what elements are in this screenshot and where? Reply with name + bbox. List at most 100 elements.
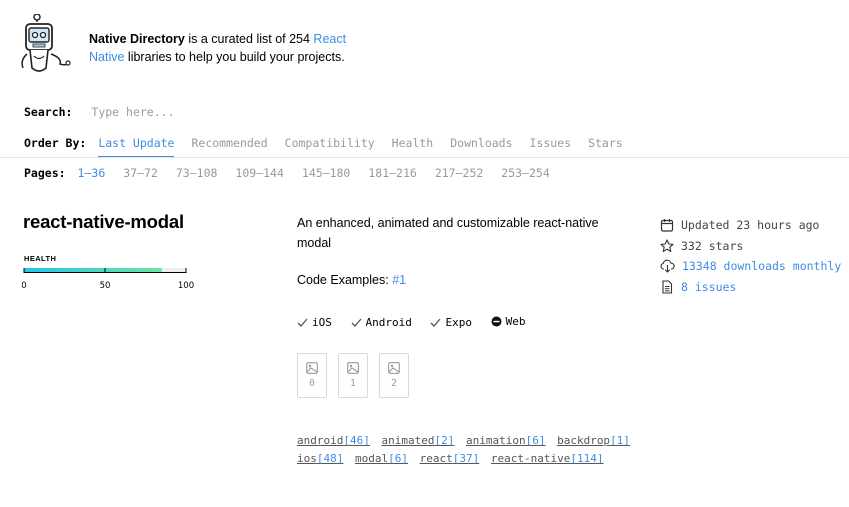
health-meter: 0 50 100	[22, 268, 194, 291]
image-icon	[306, 362, 318, 374]
check-icon	[297, 318, 308, 327]
pages-label: Pages:	[24, 166, 66, 180]
topic-android[interactable]: android[46]	[297, 434, 370, 447]
topic-modal[interactable]: modal[6]	[355, 452, 408, 465]
topic-count: [114]	[570, 452, 604, 465]
order-option-downloads[interactable]: Downloads	[450, 136, 512, 156]
topic-count: [6]	[388, 452, 408, 465]
topic-name: modal	[355, 452, 389, 465]
topic-name: backdrop	[557, 434, 611, 447]
topic-count: [1]	[610, 434, 630, 447]
pages-row: Pages: 1–36 37–72 73–108 109–144 145–180 181–2…	[24, 166, 568, 180]
native-link[interactable]: Native	[89, 50, 124, 64]
image-thumbnail[interactable]: 1	[338, 353, 368, 398]
topic-react-native[interactable]: react-native[114]	[491, 452, 604, 465]
topic-animation[interactable]: animation[6]	[466, 434, 545, 447]
code-examples-label: Code Examples:	[297, 273, 393, 287]
order-option-stars[interactable]: Stars	[588, 136, 623, 156]
image-thumbnail-number: 1	[350, 378, 356, 389]
topic-count: [48]	[316, 452, 344, 465]
image-thumbnail[interactable]: 2	[379, 353, 409, 398]
topic-name: animation	[465, 434, 526, 447]
topic-name: animated	[381, 434, 435, 447]
image-thumbnails: 0 1 2	[297, 353, 409, 398]
react-link[interactable]: React	[313, 32, 346, 46]
order-divider	[0, 157, 849, 158]
brand-name: Native Directory	[89, 32, 185, 46]
page-link-2[interactable]: 37–72	[123, 166, 158, 180]
health-tick-label-0: 0	[22, 281, 27, 291]
health-label: HEALTH	[24, 254, 57, 263]
page-link-1[interactable]: 1–36	[78, 166, 106, 180]
topic-backdrop[interactable]: backdrop[1]	[557, 434, 630, 447]
topic-animated[interactable]: animated[2]	[381, 434, 454, 447]
platform-web-label: Web	[505, 315, 526, 328]
native-directory-robot-logo	[21, 14, 71, 72]
star-icon	[660, 239, 674, 252]
topic-name: react-native	[490, 452, 571, 465]
document-icon	[662, 280, 673, 294]
platform-ios-label: iOS	[312, 316, 332, 329]
image-thumbnail-number: 2	[391, 378, 397, 389]
order-by-row: Order By: Last Update Recommended Compatibi…	[24, 136, 640, 158]
page-link-6[interactable]: 181–216	[368, 166, 416, 180]
topic-count: [6]	[525, 434, 546, 447]
order-option-health[interactable]: Health	[392, 136, 434, 156]
page-link-3[interactable]: 73–108	[176, 166, 218, 180]
topic-count: [2]	[434, 434, 455, 447]
topic-count: [46]	[343, 434, 370, 447]
code-example-link-1[interactable]: #1	[392, 273, 406, 287]
intro-end: libraries to help you build your project…	[124, 50, 345, 64]
library-meta: Updated 23 hours ago 332 stars 13348 dow…	[660, 215, 841, 297]
library-description: An enhanced, animated and customizable r…	[297, 216, 599, 250]
order-by-label: Order By:	[24, 136, 87, 150]
meta-issues[interactable]: 8 issues	[660, 277, 841, 298]
meta-downloads-text[interactable]: 13348 downloads monthly	[682, 259, 841, 273]
order-option-last-update[interactable]: Last Update	[98, 136, 175, 158]
image-icon	[347, 362, 359, 374]
meta-stars: 332 stars	[660, 236, 841, 257]
platform-ios: iOS	[297, 316, 332, 329]
cloud-download-icon	[660, 259, 675, 274]
search-label: Search:	[24, 105, 73, 119]
topic-list: android[46] animated[2] animation[6] bac…	[297, 432, 637, 468]
topic-name: react	[419, 452, 453, 465]
topic-react[interactable]: react[37]	[420, 452, 480, 465]
platform-expo: Expo	[430, 316, 472, 329]
platform-list: iOS Android Expo Web	[297, 315, 537, 330]
meta-updated-text: Updated 23 hours ago	[681, 218, 820, 233]
page-link-4[interactable]: 109–144	[235, 166, 283, 180]
image-thumbnail[interactable]: 0	[297, 353, 327, 398]
topic-row: ios[48] modal[6] react[37] react-native[…	[297, 450, 637, 468]
search-input[interactable]	[91, 105, 292, 119]
platform-web: Web	[491, 315, 526, 328]
topic-name: android	[297, 434, 344, 447]
page-link-7[interactable]: 217–252	[435, 166, 483, 180]
topic-ios[interactable]: ios[48]	[297, 452, 343, 465]
code-examples: Code Examples: #1	[297, 273, 406, 287]
search-row: Search:	[24, 105, 292, 119]
platform-android: Android	[351, 316, 412, 329]
check-icon	[431, 318, 441, 327]
platform-android-label: Android	[365, 316, 412, 329]
minus-circle-icon	[491, 316, 502, 327]
meta-stars-text: 332 stars	[681, 238, 744, 253]
health-fill	[24, 268, 162, 272]
topic-name: ios	[297, 452, 317, 465]
topic-count: [37]	[452, 452, 480, 465]
meta-downloads[interactable]: 13348 downloads monthly	[660, 256, 841, 277]
calendar-icon	[660, 219, 674, 232]
meta-issues-text[interactable]: 8 issues	[681, 280, 736, 294]
order-option-compatibility[interactable]: Compatibility	[285, 136, 375, 156]
page-link-5[interactable]: 145–180	[302, 166, 350, 180]
library-name[interactable]: react-native-modal	[23, 211, 184, 233]
health-tick-label-50: 50	[100, 281, 111, 291]
page-link-8[interactable]: 253–254	[501, 166, 549, 180]
intro-middle: is a curated list of 254	[184, 32, 314, 46]
health-tick-label-100: 100	[178, 281, 194, 291]
order-option-issues[interactable]: Issues	[530, 136, 572, 156]
order-option-recommended[interactable]: Recommended	[191, 136, 267, 156]
check-icon	[351, 318, 361, 327]
image-thumbnail-number: 0	[309, 378, 315, 389]
meta-updated: Updated 23 hours ago	[660, 215, 841, 236]
